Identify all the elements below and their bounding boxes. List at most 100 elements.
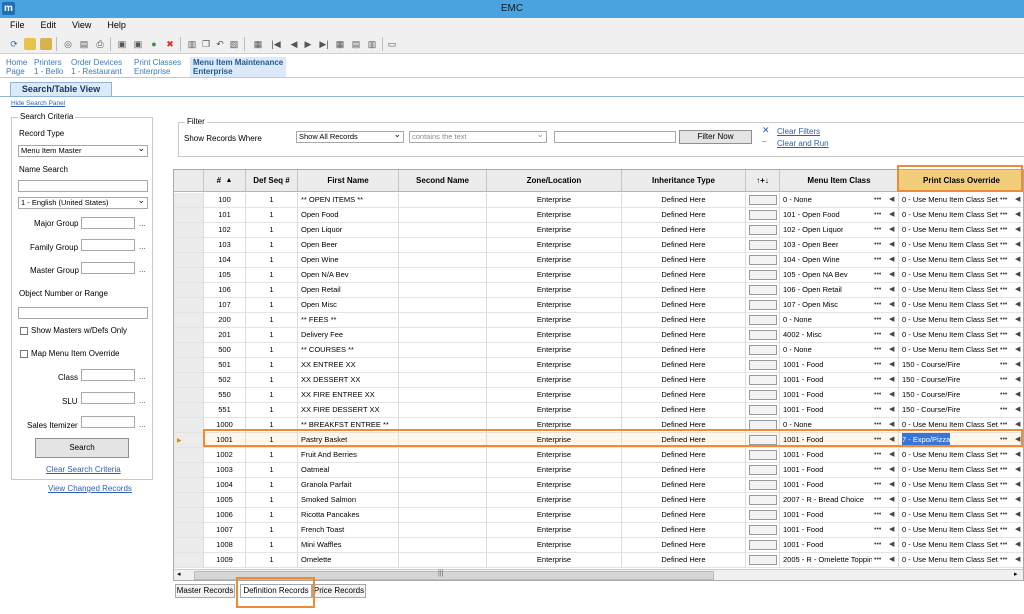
menu-help[interactable]: Help	[101, 18, 132, 32]
cell-menu-item-class[interactable]: 101 - Open Food ••• ◀	[780, 208, 899, 223]
browse-ellipsis-icon[interactable]: •••	[1000, 358, 1007, 372]
cell-menu-item-class[interactable]: 103 - Open Beer ••• ◀	[780, 238, 899, 253]
dropdown-arrow-icon[interactable]: ◀	[1015, 373, 1020, 387]
table-row[interactable]: 501 1 XX ENTREE XX Enterprise Defined Here 10…	[174, 358, 1023, 373]
dropdown-arrow-icon[interactable]: ◀	[889, 478, 894, 492]
menu-file[interactable]: File	[4, 18, 31, 32]
table-row[interactable]: 1000 1 ** BREAKFST ENTREE ** Enterprise Defi…	[174, 418, 1023, 433]
cell-print-class-override[interactable]: 0 - Use Menu Item Class Set ••• ◀	[899, 508, 1023, 523]
tab-order-devices[interactable]: Order Devices 1 - Restaurant	[71, 58, 122, 76]
swap-button[interactable]	[749, 225, 777, 235]
cell-menu-item-class[interactable]: 1001 - Food ••• ◀	[780, 373, 899, 388]
dropdown-arrow-icon[interactable]: ◀	[889, 523, 894, 537]
row-selector[interactable]	[174, 253, 204, 268]
row-selector[interactable]	[174, 508, 204, 523]
apply-icon[interactable]: ●	[148, 38, 160, 50]
paste-icon[interactable]: ▧	[228, 38, 240, 50]
dropdown-arrow-icon[interactable]: ◀	[1015, 358, 1020, 372]
hide-search-panel-link[interactable]: Hide Search Panel	[11, 100, 65, 107]
table-row[interactable]: ▶ 1001 1 Pastry Basket Enterprise Defined Her…	[174, 433, 1023, 448]
cell-swap[interactable]	[746, 208, 780, 223]
swap-button[interactable]	[749, 510, 777, 520]
dropdown-arrow-icon[interactable]: ◀	[1015, 403, 1020, 417]
swap-button[interactable]	[749, 435, 777, 445]
filter-now-button[interactable]: Filter Now	[679, 130, 752, 144]
record-type-select[interactable]: Menu Item Master	[18, 145, 148, 157]
tab-printers[interactable]: Printers 1 - Bello	[34, 58, 63, 76]
swap-button[interactable]	[749, 285, 777, 295]
cell-swap[interactable]	[746, 523, 780, 538]
cell-print-class-override[interactable]: 0 - Use Menu Item Class Set ••• ◀	[899, 478, 1023, 493]
dropdown-arrow-icon[interactable]: ◀	[1015, 193, 1020, 207]
table-row[interactable]: 1002 1 Fruit And Berries Enterprise Defined …	[174, 448, 1023, 463]
dropdown-arrow-icon[interactable]: ◀	[889, 418, 894, 432]
browse-ellipsis-icon[interactable]: •••	[874, 223, 881, 237]
swap-button[interactable]	[749, 555, 777, 565]
dropdown-arrow-icon[interactable]: ◀	[889, 283, 894, 297]
tab-menu-item-maintenance[interactable]: Menu Item Maintenance Enterprise	[190, 57, 287, 77]
browse-ellipsis-icon[interactable]: •••	[1000, 268, 1007, 282]
cell-menu-item-class[interactable]: 1001 - Food ••• ◀	[780, 523, 899, 538]
browse-ellipsis-icon[interactable]: •••	[874, 388, 881, 402]
browse-ellipsis-icon[interactable]: •••	[1000, 223, 1007, 237]
row-selector[interactable]	[174, 523, 204, 538]
tab-definition-records[interactable]: Definition Records	[240, 584, 312, 598]
table-row[interactable]: 102 1 Open Liquor Enterprise Defined Here 102…	[174, 223, 1023, 238]
browse-ellipsis-icon[interactable]: •••	[1000, 373, 1007, 387]
cell-print-class-override[interactable]: 0 - Use Menu Item Class Set ••• ◀	[899, 328, 1023, 343]
browse-ellipsis-icon[interactable]: •••	[1000, 433, 1007, 447]
cell-menu-item-class[interactable]: 0 - None ••• ◀	[780, 343, 899, 358]
dropdown-arrow-icon[interactable]: ◀	[1015, 478, 1020, 492]
slu-browse-icon[interactable]: ...	[139, 396, 146, 405]
scrollbar-thumb[interactable]	[194, 571, 714, 580]
table-view-icon[interactable]: ▥	[366, 38, 378, 50]
swap-button[interactable]	[749, 375, 777, 385]
row-selector[interactable]	[174, 403, 204, 418]
cell-menu-item-class[interactable]: 104 - Open Wine ••• ◀	[780, 253, 899, 268]
row-selector[interactable]	[174, 268, 204, 283]
tab-home-page[interactable]: Home Page	[6, 58, 27, 76]
grid-view-icon[interactable]: ▦	[334, 38, 346, 50]
row-selector[interactable]	[174, 298, 204, 313]
browse-ellipsis-icon[interactable]: •••	[1000, 403, 1007, 417]
row-selector[interactable]	[174, 238, 204, 253]
preview-icon[interactable]: ▤	[78, 38, 90, 50]
sales-itemizer-browse-icon[interactable]: ...	[139, 420, 146, 429]
swap-button[interactable]	[749, 405, 777, 415]
cell-menu-item-class[interactable]: 1001 - Food ••• ◀	[780, 478, 899, 493]
browse-ellipsis-icon[interactable]: •••	[1000, 313, 1007, 327]
browse-ellipsis-icon[interactable]: •••	[1000, 388, 1007, 402]
browse-ellipsis-icon[interactable]: •••	[874, 478, 881, 492]
row-selector[interactable]	[174, 328, 204, 343]
table-row[interactable]: 101 1 Open Food Enterprise Defined Here 101 -…	[174, 208, 1023, 223]
copy-record-icon[interactable]	[40, 38, 52, 50]
dropdown-arrow-icon[interactable]: ◀	[889, 538, 894, 552]
table-row[interactable]: 105 1 Open N/A Bev Enterprise Defined Here 10…	[174, 268, 1023, 283]
table-row[interactable]: 100 1 ** OPEN ITEMS ** Enterprise Defined He…	[174, 193, 1023, 208]
cell-print-class-override[interactable]: 0 - Use Menu Item Class Set ••• ◀	[899, 268, 1023, 283]
column-header-number[interactable]: # ▲	[204, 170, 246, 192]
row-selector[interactable]	[174, 223, 204, 238]
last-record-icon[interactable]: ▶|	[318, 38, 330, 50]
dropdown-arrow-icon[interactable]: ◀	[1015, 268, 1020, 282]
cell-swap[interactable]	[746, 328, 780, 343]
cell-menu-item-class[interactable]: 107 - Open Misc ••• ◀	[780, 298, 899, 313]
browse-ellipsis-icon[interactable]: •••	[874, 208, 881, 222]
swap-button[interactable]	[749, 195, 777, 205]
browse-ellipsis-icon[interactable]: •••	[1000, 463, 1007, 477]
layout-icon[interactable]: ▦	[252, 38, 264, 50]
swap-button[interactable]	[749, 330, 777, 340]
scroll-left-icon[interactable]: ◂	[177, 570, 181, 578]
cell-menu-item-class[interactable]: 1001 - Food ••• ◀	[780, 463, 899, 478]
cell-print-class-override[interactable]: 0 - Use Menu Item Class Set ••• ◀	[899, 523, 1023, 538]
cell-swap[interactable]	[746, 508, 780, 523]
browse-ellipsis-icon[interactable]: •••	[874, 298, 881, 312]
browse-ellipsis-icon[interactable]: •••	[1000, 328, 1007, 342]
tab-price-records[interactable]: Price Records	[312, 584, 366, 598]
delete-icon[interactable]: ✖	[164, 38, 176, 50]
dropdown-arrow-icon[interactable]: ◀	[1015, 298, 1020, 312]
row-selector[interactable]	[174, 373, 204, 388]
cell-print-class-override[interactable]: 0 - Use Menu Item Class Set ••• ◀	[899, 448, 1023, 463]
cell-swap[interactable]	[746, 463, 780, 478]
browse-ellipsis-icon[interactable]: •••	[1000, 343, 1007, 357]
